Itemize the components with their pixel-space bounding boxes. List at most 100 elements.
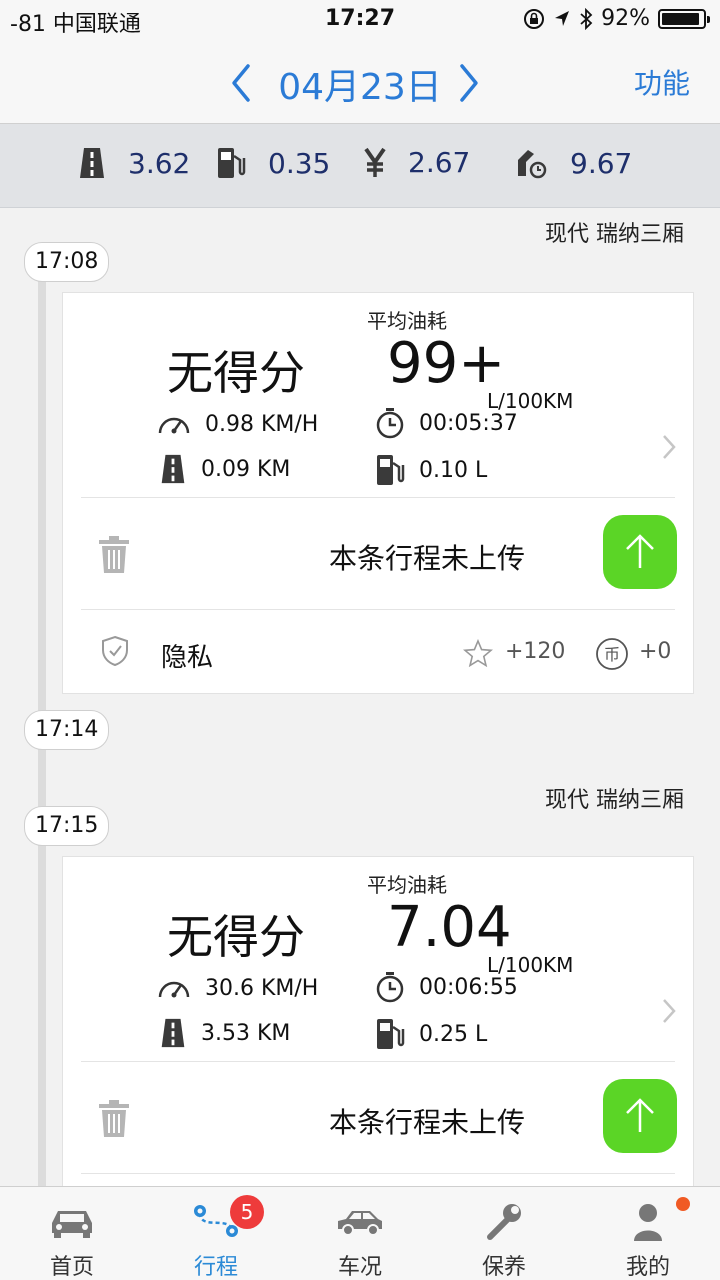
tab-label: 我的 xyxy=(625,1255,670,1280)
road-icon xyxy=(80,148,104,178)
tab-car-status[interactable]: 车况 xyxy=(288,1187,432,1280)
car-front-icon xyxy=(52,1211,92,1238)
upload-status-text: 本条行程未上传 xyxy=(329,1106,526,1139)
upload-button[interactable] xyxy=(603,1079,677,1153)
battery-icon xyxy=(658,8,710,29)
tab-label: 行程 xyxy=(193,1255,238,1280)
chevron-right-icon[interactable] xyxy=(661,997,677,1025)
daily-summary: 3.62 0.35 2.67 9.67 xyxy=(0,124,720,208)
notification-dot xyxy=(676,1197,690,1211)
trip-score: 无得分 xyxy=(167,910,305,964)
coin-icon: 币 xyxy=(596,638,628,670)
location-icon xyxy=(555,10,570,26)
summary-consumption-value: 9.67 xyxy=(570,146,633,180)
timer-icon xyxy=(376,408,404,439)
upload-button[interactable] xyxy=(603,515,677,589)
tab-trips[interactable]: 5 行程 xyxy=(144,1187,288,1280)
car-model-label: 现代 瑞纳三厢 xyxy=(545,788,684,813)
nav-header: 04月23日 功能 xyxy=(0,40,720,124)
tab-home[interactable]: 首页 xyxy=(0,1187,144,1280)
summary-fuel: 0.35 xyxy=(216,146,330,180)
avg-speed: 0.98 KM/H xyxy=(157,411,318,437)
summary-fuel-value: 0.35 xyxy=(268,146,331,180)
avg-speed-value: 0.98 KM/H xyxy=(205,411,319,437)
battery-percent: 92% xyxy=(601,6,650,31)
avg-speed: 30.6 KM/H xyxy=(157,975,318,1001)
trip-start-time: 17:15 xyxy=(24,806,110,846)
trip-fuel-value: 0.25 L xyxy=(419,1021,488,1047)
trip-score: 无得分 xyxy=(167,346,305,400)
divider xyxy=(81,1173,675,1174)
road-icon xyxy=(161,1018,185,1048)
tab-label: 保养 xyxy=(481,1255,526,1280)
upload-row: 本条行程未上传 xyxy=(63,1061,693,1173)
trip-card[interactable]: 平均油耗 无得分 99+ L/100KM 0.98 KM/H 00:05:37 … xyxy=(62,292,694,694)
trip-duration-value: 00:05:37 xyxy=(419,410,518,436)
trip-duration: 00:06:55 xyxy=(375,971,518,1003)
avg-consumption-value: 99+ xyxy=(387,331,506,396)
rotation-lock-icon xyxy=(524,8,545,29)
arrow-up-icon xyxy=(626,534,654,568)
tab-bar: 首页 5 行程 车况 保养 我的 xyxy=(0,1186,720,1280)
summary-consumption: 9.67 xyxy=(514,146,632,180)
trip-stats[interactable]: 平均油耗 无得分 99+ L/100KM 0.98 KM/H 00:05:37 … xyxy=(63,293,693,497)
summary-cost: 2.67 xyxy=(364,146,470,179)
status-icons: 92% xyxy=(523,6,710,31)
summary-distance: 3.62 xyxy=(78,146,190,180)
car-side-icon xyxy=(338,1211,382,1236)
privacy-row: 隐私 +120 币 +0 xyxy=(63,609,693,693)
current-date[interactable]: 04月23日 xyxy=(0,58,720,110)
bluetooth-icon xyxy=(580,7,593,30)
timer-icon xyxy=(376,972,404,1003)
points-value: +120 xyxy=(505,639,566,664)
road-icon xyxy=(161,454,185,484)
user-icon xyxy=(634,1204,662,1241)
tab-me[interactable]: 我的 xyxy=(576,1187,720,1280)
trip-fuel: 0.25 L xyxy=(375,1017,487,1051)
fuel-nozzle-icon xyxy=(518,150,547,179)
avg-speed-value: 30.6 KM/H xyxy=(205,975,319,1001)
trip-duration: 00:05:37 xyxy=(375,407,518,439)
privacy-label[interactable]: 隐私 xyxy=(161,637,213,674)
chevron-right-icon[interactable] xyxy=(661,433,677,461)
summary-distance-value: 3.62 xyxy=(128,146,191,180)
shield-check-icon xyxy=(102,635,128,667)
coins-value: +0 xyxy=(639,639,672,664)
arrow-up-icon xyxy=(626,1098,654,1132)
avg-consumption-label: 平均油耗 xyxy=(367,309,447,333)
yuan-icon xyxy=(364,147,386,177)
svg-text:币: 币 xyxy=(604,645,620,664)
next-day-button[interactable] xyxy=(448,58,488,108)
upload-status-text: 本条行程未上传 xyxy=(329,542,526,575)
tab-label: 车况 xyxy=(337,1255,382,1280)
fuel-pump-icon xyxy=(377,455,405,485)
speedometer-icon xyxy=(158,981,190,998)
trash-icon[interactable] xyxy=(97,1099,131,1139)
trip-distance-value: 0.09 KM xyxy=(201,456,291,482)
trip-fuel-value: 0.10 L xyxy=(419,457,488,483)
avg-consumption-label: 平均油耗 xyxy=(367,873,447,897)
trip-card[interactable]: 平均油耗 无得分 7.04 L/100KM 30.6 KM/H 00:06:55… xyxy=(62,856,694,1186)
trash-icon[interactable] xyxy=(97,535,131,575)
avg-consumption-value: 7.04 xyxy=(387,895,512,960)
upload-row: 本条行程未上传 xyxy=(63,497,693,609)
trip-fuel: 0.10 L xyxy=(375,453,487,487)
star-icon xyxy=(463,639,493,667)
trip-start-time: 17:08 xyxy=(24,242,110,282)
trip-distance-value: 3.53 KM xyxy=(201,1020,291,1046)
trips-badge: 5 xyxy=(230,1195,264,1229)
speedometer-icon xyxy=(158,417,190,434)
fuel-pump-icon xyxy=(377,1019,405,1049)
status-bar: -81 中国联通 17:27 92% xyxy=(0,0,720,40)
car-model-label: 现代 瑞纳三厢 xyxy=(545,222,684,247)
tab-maintenance[interactable]: 保养 xyxy=(432,1187,576,1280)
trip-duration-value: 00:06:55 xyxy=(419,974,518,1000)
tab-label: 首页 xyxy=(49,1255,94,1280)
fuel-pump-icon xyxy=(218,148,246,178)
function-button[interactable]: 功能 xyxy=(634,62,690,102)
wrench-icon xyxy=(487,1204,521,1240)
trip-stats[interactable]: 平均油耗 无得分 7.04 L/100KM 30.6 KM/H 00:06:55… xyxy=(63,857,693,1061)
trip-distance: 3.53 KM xyxy=(159,1017,290,1049)
trip-distance: 0.09 KM xyxy=(159,453,290,485)
trip-start-time: 17:14 xyxy=(24,710,110,750)
